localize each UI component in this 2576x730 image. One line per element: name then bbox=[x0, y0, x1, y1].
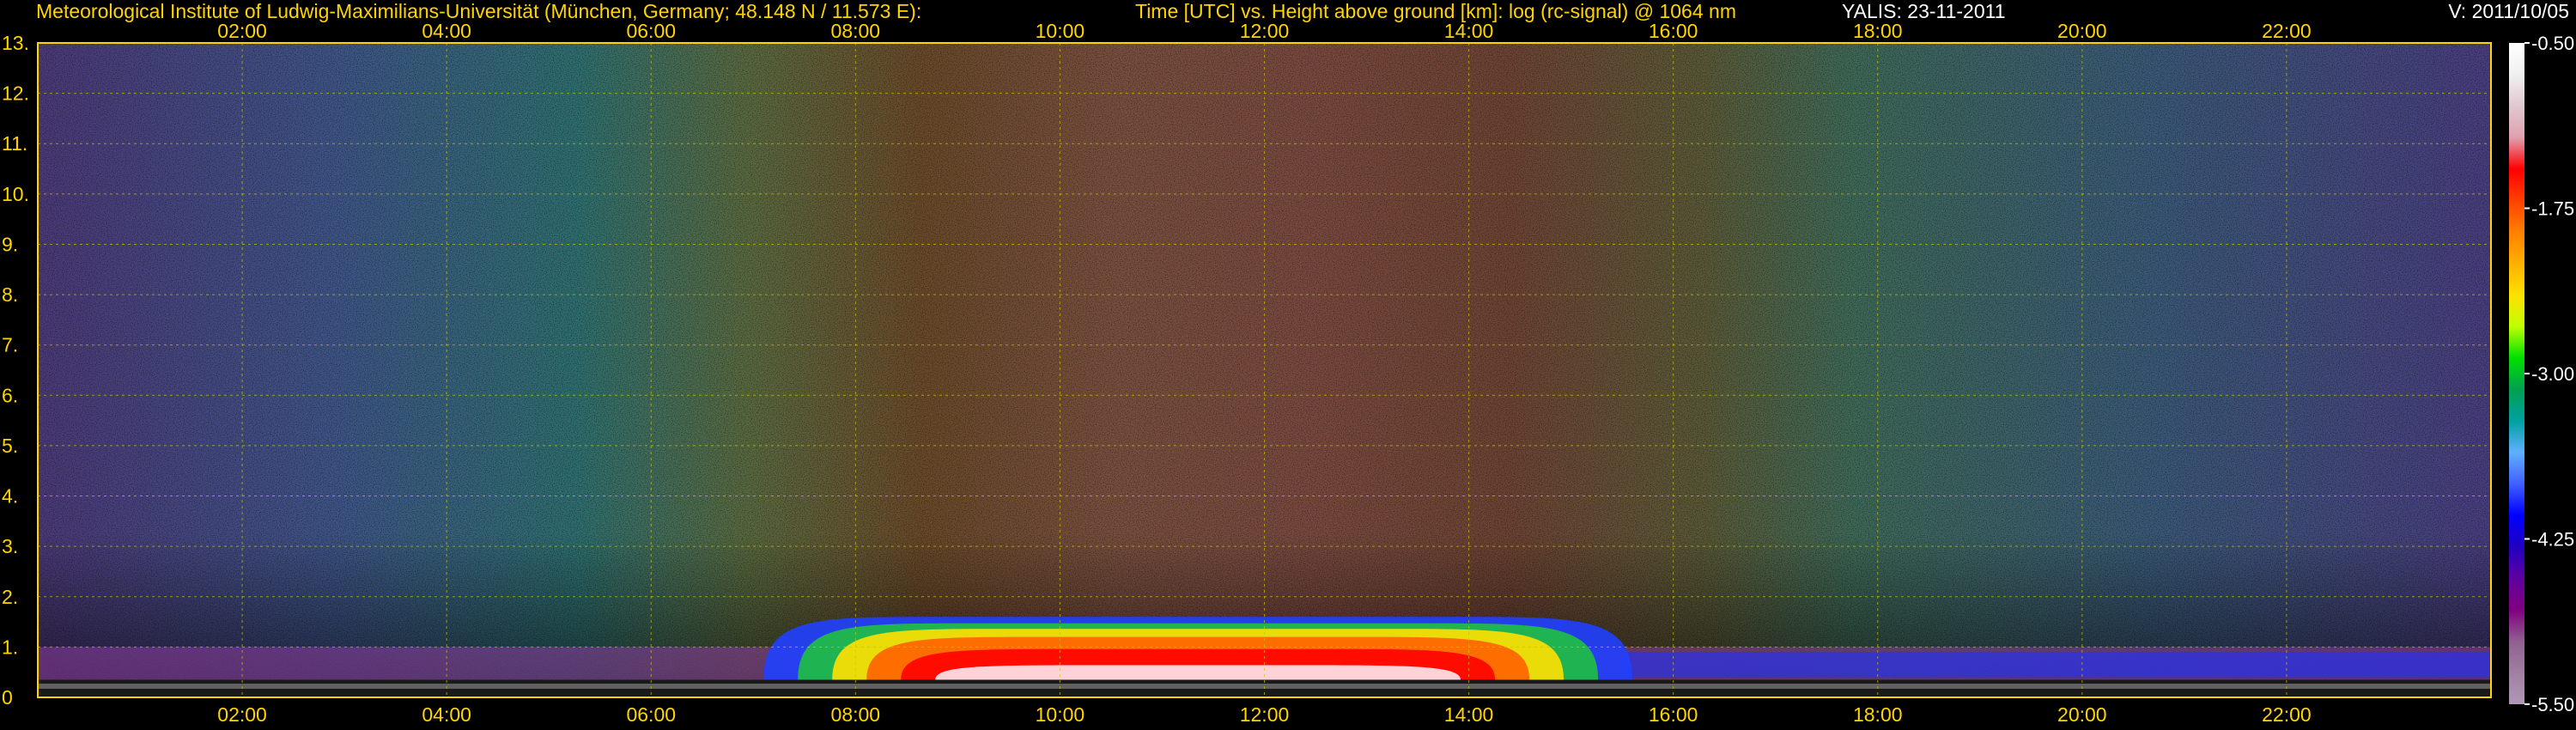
x-tick-label-bottom: 20:00 bbox=[2057, 703, 2107, 726]
colorbar bbox=[2509, 43, 2524, 704]
x-tick-label-top: 18:00 bbox=[1853, 20, 1903, 42]
y-tick-label: 6. bbox=[2, 384, 18, 406]
x-tick-label-top: 16:00 bbox=[1649, 20, 1698, 42]
y-tick-label: 11. bbox=[2, 132, 27, 155]
y-tick-label: 13. bbox=[2, 32, 29, 54]
x-tick-label-bottom: 04:00 bbox=[422, 703, 471, 726]
y-tick-label: 4. bbox=[2, 485, 18, 508]
x-tick-label-top: 12:00 bbox=[1240, 20, 1290, 42]
x-tick-label-top: 20:00 bbox=[2057, 20, 2107, 42]
colorbar-tick-label: -5.50 bbox=[2531, 694, 2574, 715]
y-tick-label: 3. bbox=[2, 535, 18, 557]
y-tick-label: 12. bbox=[2, 82, 29, 105]
x-tick-label-bottom: 08:00 bbox=[831, 703, 881, 726]
y-tick-label: 0 bbox=[2, 686, 13, 709]
y-tick-label: 2. bbox=[2, 586, 18, 608]
x-tick-label-top: 06:00 bbox=[626, 20, 676, 42]
colorbar-tick-label: -3.00 bbox=[2531, 363, 2574, 385]
colorbar-tick-label: -4.25 bbox=[2531, 529, 2574, 551]
x-tick-label-bottom: 02:00 bbox=[217, 703, 267, 726]
x-tick-label-bottom: 10:00 bbox=[1036, 703, 1085, 726]
x-tick-label-top: 08:00 bbox=[831, 20, 881, 42]
y-tick-label: 8. bbox=[2, 283, 18, 306]
x-tick-label-bottom: 18:00 bbox=[1853, 703, 1903, 726]
x-tick-label-top: 04:00 bbox=[422, 20, 471, 42]
y-tick-label: 1. bbox=[2, 636, 18, 658]
evening-aerosol-band bbox=[1622, 652, 2491, 678]
boundary-layer-contour bbox=[935, 665, 1461, 680]
lidar-chart: 0 1. 2. 3. 4. 5. 6. 7. 8. 9. 10. 11. 12. 13. 02:00 04:… bbox=[2, 20, 2574, 726]
x-tick-label-bottom: 14:00 bbox=[1444, 703, 1494, 726]
y-tick-label: 10. bbox=[2, 183, 29, 205]
x-tick-label-top: 10:00 bbox=[1036, 20, 1085, 42]
x-tick-label-bottom: 06:00 bbox=[626, 703, 676, 726]
x-tick-label-top: 02:00 bbox=[217, 20, 267, 42]
x-tick-label-bottom: 12:00 bbox=[1240, 703, 1290, 726]
x-tick-label-top: 14:00 bbox=[1444, 20, 1494, 42]
colorbar-tick-label: -0.50 bbox=[2531, 33, 2574, 54]
y-tick-label: 7. bbox=[2, 334, 18, 356]
y-tick-label: 9. bbox=[2, 233, 18, 255]
x-tick-label-bottom: 16:00 bbox=[1649, 703, 1698, 726]
y-tick-label: 5. bbox=[2, 435, 18, 457]
x-tick-label-top: 22:00 bbox=[2262, 20, 2312, 42]
x-tick-label-bottom: 22:00 bbox=[2262, 703, 2312, 726]
colorbar-tick-label: -1.75 bbox=[2531, 198, 2574, 220]
